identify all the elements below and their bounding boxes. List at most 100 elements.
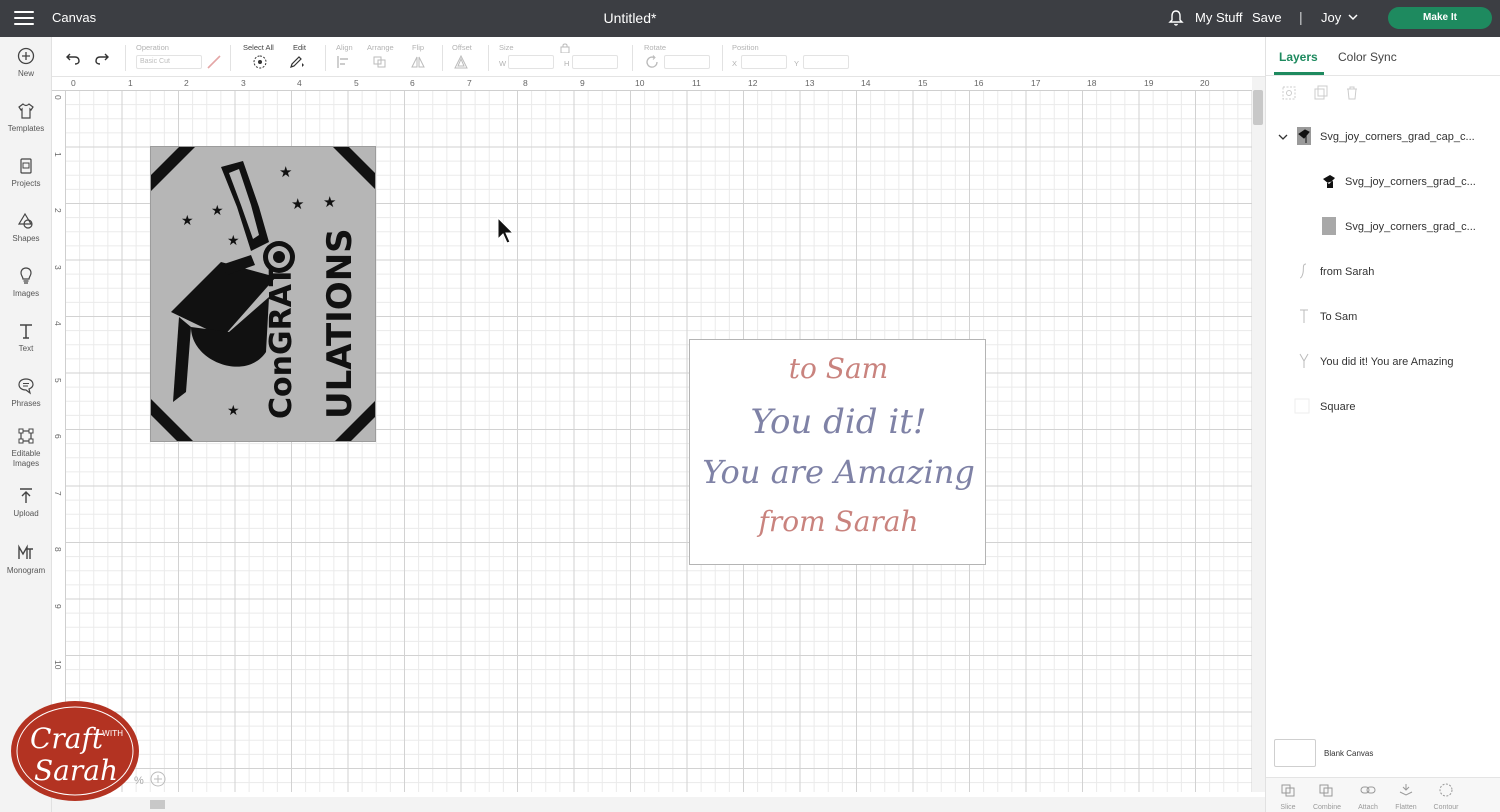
layer-row-group[interactable]: Svg_joy_corners_grad_cap_c... — [1266, 117, 1500, 159]
ruler-number: 7 — [467, 78, 472, 88]
text-icon — [20, 324, 32, 339]
ruler-number: 2 — [184, 78, 189, 88]
sidebar-item-label: Upload — [13, 509, 39, 518]
graduation-design[interactable]: ★ ★ ★ ★ ★ ★ ★ ConGRAT ULATIONS — [150, 146, 376, 442]
layer-row-to-sam[interactable]: To Sam — [1266, 297, 1500, 339]
lock-icon[interactable] — [560, 43, 570, 53]
position-x-field[interactable] — [741, 55, 787, 69]
layer-label: Square — [1320, 401, 1356, 413]
ruler-number: 20 — [1200, 78, 1210, 88]
group-icon[interactable] — [1281, 85, 1297, 101]
rotate-field[interactable] — [664, 55, 710, 69]
lightbulb-icon — [20, 267, 32, 284]
ruler-number: 8 — [53, 547, 63, 552]
sidebar-item-phrases[interactable]: Phrases — [0, 377, 52, 427]
toolbar-divider — [230, 45, 231, 71]
my-stuff-link[interactable]: My Stuff — [1195, 10, 1242, 25]
save-button[interactable]: Save — [1252, 10, 1282, 25]
edit-toolbar: Operation Basic Cut Select All Edit Alig… — [52, 37, 1265, 77]
sidebar-item-new[interactable]: New — [0, 47, 52, 97]
sidebar-item-projects[interactable]: Projects — [0, 157, 52, 207]
x-prefix: X — [732, 59, 738, 68]
user-menu[interactable]: Joy — [1321, 10, 1341, 25]
layer-label: Svg_joy_corners_grad_c... — [1345, 221, 1476, 233]
pen-color-icon[interactable] — [206, 55, 222, 69]
edit-pencil-icon[interactable] — [289, 55, 305, 69]
arrange-icon[interactable] — [372, 55, 388, 69]
height-field[interactable] — [572, 55, 618, 69]
sidebar-item-upload[interactable]: Upload — [0, 487, 52, 537]
select-all-label: Select All — [243, 43, 274, 52]
layer-row-image[interactable]: Svg_joy_corners_grad_c... — [1266, 162, 1500, 204]
select-all-icon[interactable] — [252, 55, 268, 69]
ruler-number: 1 — [128, 78, 133, 88]
make-it-button[interactable]: Make It — [1388, 7, 1492, 29]
width-prefix: W — [499, 59, 507, 68]
text-layer-icon — [1299, 353, 1309, 368]
menu-icon[interactable] — [14, 11, 34, 25]
duplicate-icon[interactable] — [1313, 85, 1329, 101]
star-shape: ★ — [279, 163, 292, 181]
document-title[interactable]: Untitled* — [560, 10, 700, 26]
layer-row-you-did-it[interactable]: You did it! You are Amazing — [1266, 342, 1500, 384]
ruler-number: 5 — [53, 378, 63, 383]
layer-label: To Sam — [1320, 311, 1358, 323]
operation-select[interactable]: Basic Cut — [136, 55, 202, 69]
sidebar-item-templates[interactable]: Templates — [0, 102, 52, 152]
ruler-number: 11 — [692, 78, 701, 88]
layer-row-shape[interactable]: Svg_joy_corners_grad_c... — [1266, 207, 1500, 249]
position-y-field[interactable] — [803, 55, 849, 69]
you-did-it-text[interactable]: You did it! — [690, 402, 987, 442]
text-layer-icon — [1300, 309, 1308, 323]
from-sarah-text[interactable]: from Sarah — [690, 505, 987, 538]
tab-layers[interactable]: Layers — [1279, 50, 1318, 64]
layer-label: Svg_joy_corners_grad_cap_c... — [1320, 131, 1475, 143]
craft-with-sarah-logo: Craft WITH Sarah — [11, 701, 139, 801]
contour-button[interactable]: Contour — [1426, 783, 1466, 811]
sidebar-item-editable-images[interactable]: Editable Images — [0, 427, 52, 477]
sidebar-item-monogram[interactable]: Monogram — [0, 544, 52, 594]
undo-icon[interactable] — [65, 51, 81, 65]
sidebar-item-images[interactable]: Images — [0, 267, 52, 317]
slice-button[interactable]: Slice — [1268, 783, 1308, 811]
flip-icon[interactable] — [410, 55, 426, 69]
speech-bubble-icon — [18, 378, 34, 395]
flatten-button[interactable]: Flatten — [1386, 783, 1426, 811]
contour-label: Contour — [1433, 804, 1459, 811]
layer-label: from Sarah — [1320, 266, 1375, 278]
width-field[interactable] — [508, 55, 554, 69]
redo-icon[interactable] — [94, 51, 110, 65]
vertical-scrollbar[interactable] — [1252, 77, 1265, 792]
ruler-number: 8 — [523, 78, 528, 88]
blank-canvas-swatch[interactable] — [1274, 739, 1316, 767]
tab-color-sync[interactable]: Color Sync — [1338, 50, 1397, 64]
contour-icon — [1439, 783, 1453, 797]
vertical-ruler: 0 1 2 3 4 5 6 7 8 9 10 — [52, 91, 66, 792]
congrat-text: ConGRAT — [264, 265, 299, 419]
shapes-icon — [17, 212, 33, 229]
bell-icon[interactable] — [1168, 9, 1184, 27]
sidebar-item-shapes[interactable]: Shapes — [0, 212, 52, 262]
align-icon[interactable] — [336, 55, 352, 69]
combine-button[interactable]: Combine — [1307, 783, 1347, 811]
you-are-amazing-text[interactable]: You are Amazing — [690, 453, 987, 491]
sidebar-item-text[interactable]: Text — [0, 322, 52, 372]
note-card[interactable]: to Sam You did it! You are Amazing from … — [689, 339, 986, 565]
star-shape: ★ — [227, 403, 240, 419]
layer-row-from-sarah[interactable]: from Sarah — [1266, 252, 1500, 294]
horizontal-scroll-thumb[interactable] — [150, 800, 165, 809]
trash-icon[interactable] — [1344, 85, 1360, 101]
horizontal-scrollbar[interactable] — [52, 797, 1265, 812]
chevron-down-icon[interactable] — [1348, 12, 1358, 22]
layer-row-square[interactable]: Square — [1266, 387, 1500, 429]
vertical-scroll-thumb[interactable] — [1253, 90, 1263, 125]
offset-icon[interactable] — [453, 55, 469, 69]
attach-button[interactable]: Attach — [1348, 783, 1388, 811]
star-shape: ★ — [227, 233, 240, 249]
ruler-number: 10 — [635, 78, 645, 88]
rotate-icon[interactable] — [644, 55, 660, 69]
to-sam-text[interactable]: to Sam — [690, 352, 987, 385]
layer-label: You did it! You are Amazing — [1320, 356, 1454, 368]
chevron-down-icon[interactable] — [1278, 133, 1288, 141]
ruler-number: 6 — [53, 434, 63, 439]
